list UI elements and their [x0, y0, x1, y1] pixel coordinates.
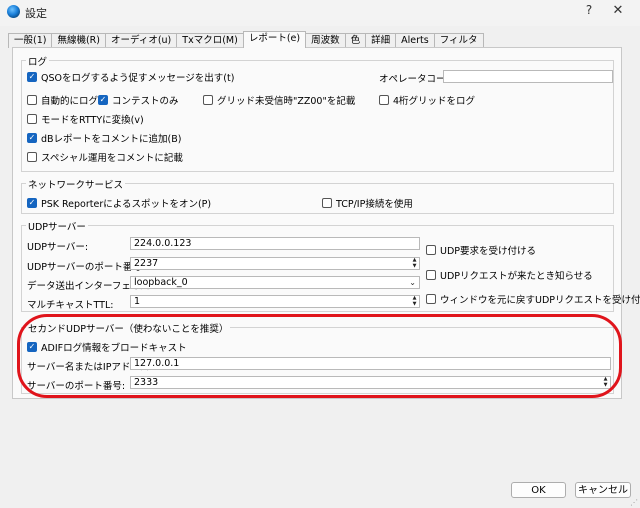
udp-server-label: UDPサーバー:	[27, 242, 89, 253]
check-icon: ✓	[27, 72, 37, 82]
check-icon: ✓	[27, 198, 37, 208]
tab-audio[interactable]: オーディオ(u)	[104, 33, 178, 48]
network-group-title: ネットワークサービス	[26, 177, 126, 191]
tab-general[interactable]: 一般(1)	[8, 33, 53, 48]
check-icon: ✓	[27, 133, 37, 143]
tcpip-label: TCP/IP接続を使用	[336, 199, 413, 210]
restore-window-checkbox[interactable]: ウィンドウを元に戻すUDPリクエストを受け付ける	[426, 292, 640, 306]
udp-group: UDPサーバー UDPサーバー: 224.0.0.123 UDPサーバーのポート…	[21, 219, 640, 312]
restore-window-label: ウィンドウを元に戻すUDPリクエストを受け付ける	[440, 295, 640, 306]
resize-grip-icon[interactable]: ⋰	[630, 498, 638, 507]
auto-log-checkbox[interactable]: 自動的にログ	[27, 93, 98, 107]
notify-udp-label: UDPリクエストが来たとき知らせる	[440, 271, 593, 282]
udp-server-input[interactable]: 224.0.0.123	[130, 237, 420, 250]
grid-zz00-checkbox[interactable]: グリッド未受信時"ZZ00"を記載	[203, 93, 355, 107]
log-group: ログ ✓ QSOをログするよう促すメッセージを出す(t) オペレータコール: 自…	[21, 54, 614, 172]
interface-select[interactable]: loopback_0 ⌄	[130, 276, 420, 289]
tab-colors[interactable]: 色	[344, 33, 367, 48]
tab-bar: 一般(1) 無線機(R) オーディオ(u) Txマクロ(M) レポート(e) 周…	[8, 31, 484, 48]
rtty-mode-checkbox[interactable]: モードをRTTYに変換(v)	[27, 112, 144, 126]
network-group: ネットワークサービス ✓ PSK Reporterによるスポットをオン(P) T…	[21, 177, 614, 214]
grid-zz00-label: グリッド未受信時"ZZ00"を記載	[217, 96, 356, 107]
db-comment-label: dBレポートをコメントに追加(B)	[41, 134, 182, 145]
psk-reporter-checkbox[interactable]: ✓ PSK Reporterによるスポットをオン(P)	[27, 196, 211, 210]
ttl-label: マルチキャストTTL:	[27, 300, 114, 311]
four-grid-checkbox[interactable]: 4桁グリッドをログ	[379, 93, 475, 107]
tab-frequencies[interactable]: 周波数	[305, 33, 346, 48]
help-button[interactable]: ?	[579, 3, 599, 21]
window-title: 設定	[25, 7, 47, 20]
tab-radio[interactable]: 無線機(R)	[51, 33, 106, 48]
special-op-label: スペシャル運用をコメントに記載	[41, 153, 183, 164]
four-grid-label: 4桁グリッドをログ	[393, 96, 476, 107]
udp-port-stepper[interactable]: 2237 ▲ ▼	[130, 257, 420, 270]
highlight-annotation	[17, 314, 622, 398]
prompt-qso-checkbox[interactable]: ✓ QSOをログするよう促すメッセージを出す(t)	[27, 70, 234, 84]
udp-group-title: UDPサーバー	[26, 219, 88, 233]
cancel-button[interactable]: キャンセル	[575, 482, 631, 498]
tab-advanced[interactable]: 詳細	[365, 33, 397, 48]
contest-only-checkbox[interactable]: ✓ コンテストのみ	[98, 93, 179, 107]
ttl-stepper[interactable]: 1 ▲ ▼	[130, 295, 420, 308]
accept-udp-label: UDP要求を受け付ける	[440, 246, 536, 257]
udp-port-label: UDPサーバーのポート番号:	[27, 262, 146, 273]
operator-call-input[interactable]	[443, 70, 613, 83]
spinner-arrows-icon[interactable]: ▲ ▼	[411, 295, 418, 307]
chevron-down-icon: ⌄	[409, 278, 416, 287]
ok-button[interactable]: OK	[511, 482, 566, 498]
tab-filters[interactable]: フィルタ	[433, 33, 484, 48]
spinner-arrows-icon[interactable]: ▲ ▼	[411, 257, 418, 269]
psk-reporter-label: PSK Reporterによるスポットをオン(P)	[41, 199, 212, 210]
notify-udp-checkbox[interactable]: UDPリクエストが来たとき知らせる	[426, 268, 593, 282]
tab-alerts[interactable]: Alerts	[395, 33, 435, 48]
close-button[interactable]: ✕	[606, 3, 630, 21]
db-comment-checkbox[interactable]: ✓ dBレポートをコメントに追加(B)	[27, 131, 181, 145]
accept-udp-checkbox[interactable]: UDP要求を受け付ける	[426, 243, 536, 257]
tab-tx-macros[interactable]: Txマクロ(M)	[176, 33, 244, 48]
rtty-mode-label: モードをRTTYに変換(v)	[41, 115, 144, 126]
tab-reporting[interactable]: レポート(e)	[242, 31, 307, 48]
prompt-qso-label: QSOをログするよう促すメッセージを出す(t)	[41, 73, 235, 84]
app-globe-icon	[7, 5, 20, 18]
special-op-checkbox[interactable]: スペシャル運用をコメントに記載	[27, 150, 183, 164]
log-group-title: ログ	[26, 54, 50, 68]
auto-log-label: 自動的にログ	[41, 96, 99, 107]
check-icon: ✓	[98, 95, 108, 105]
contest-only-label: コンテストのみ	[112, 96, 179, 107]
title-bar	[0, 0, 640, 26]
tcpip-checkbox[interactable]: TCP/IP接続を使用	[322, 196, 413, 210]
